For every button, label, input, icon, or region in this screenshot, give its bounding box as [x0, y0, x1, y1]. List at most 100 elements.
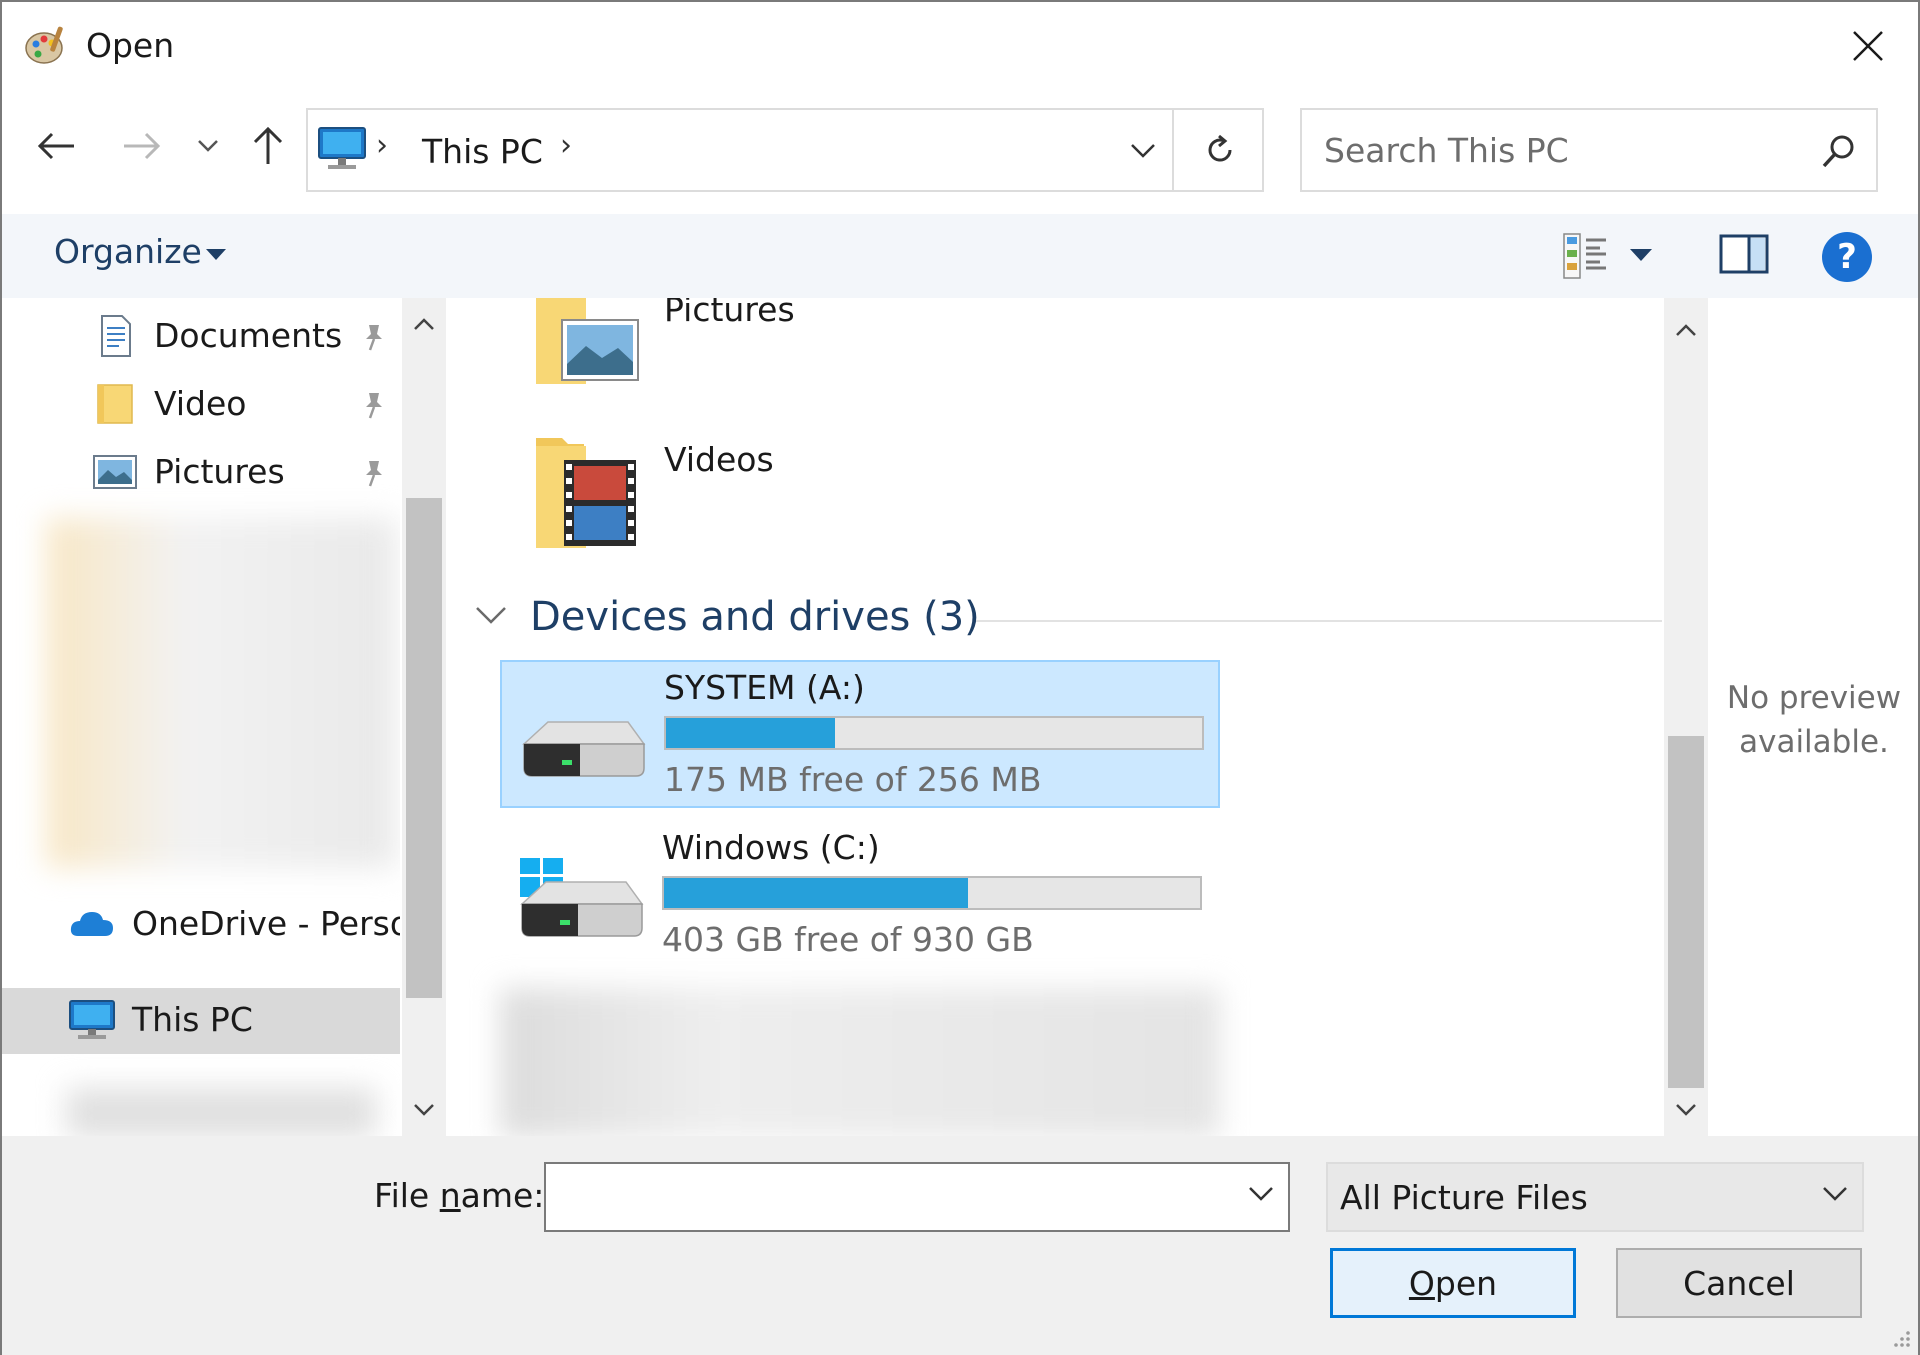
group-divider: [976, 620, 1662, 622]
computer-icon: [316, 124, 368, 174]
caret-down-icon[interactable]: [206, 246, 226, 265]
filename-label: File name:: [374, 1176, 544, 1215]
nav-item-label: This PC: [132, 1000, 253, 1039]
open-button-label: pen: [1434, 1263, 1498, 1303]
filename-label-accesskey: n: [439, 1176, 461, 1215]
arrow-left-icon: [37, 132, 74, 160]
preview-message: No preview available.: [1726, 680, 1902, 760]
recent-locations-button[interactable]: [186, 120, 230, 172]
navigation-pane-scrollbar[interactable]: [402, 298, 446, 1136]
blurred-region: [500, 988, 1220, 1136]
breadcrumb-this-pc[interactable]: This PC: [422, 132, 543, 171]
scroll-down-arrow-icon[interactable]: [1664, 1088, 1708, 1132]
blurred-region: [66, 1088, 376, 1136]
onedrive-cloud-icon: [68, 902, 113, 946]
close-icon: [1853, 31, 1883, 61]
pictures-icon: [92, 450, 137, 494]
group-title: Devices and drives (3): [530, 594, 980, 640]
search-input[interactable]: [1324, 126, 1804, 174]
scrollbar-thumb[interactable]: [1668, 736, 1704, 1088]
hard-drive-icon: [518, 698, 648, 788]
forward-button[interactable]: [116, 120, 168, 172]
drive-usage-bar: [664, 716, 1204, 750]
pin-icon: [360, 458, 388, 488]
address-history-dropdown[interactable]: [1108, 122, 1178, 180]
search-box[interactable]: [1300, 108, 1878, 192]
drive-free-space: 175 MB free of 256 MB: [664, 760, 1042, 799]
computer-icon: [68, 998, 115, 1042]
open-button-accesskey: O: [1408, 1263, 1435, 1303]
file-type-filter-select[interactable]: All Picture Files: [1326, 1162, 1864, 1232]
folder-label: Videos: [664, 440, 774, 479]
filename-combobox[interactable]: [544, 1162, 1290, 1232]
drive-usage-bar: [662, 876, 1202, 910]
refresh-button[interactable]: [1172, 108, 1266, 192]
group-header-devices[interactable]: Devices and drives (3): [474, 588, 1662, 648]
search-icon[interactable]: [1816, 130, 1860, 174]
filename-input[interactable]: [556, 1174, 1206, 1222]
open-file-dialog: Open › This PC › Search This PC Organize…: [0, 0, 1920, 1355]
help-button[interactable]: ?: [1822, 232, 1872, 282]
windows-drive-icon: [516, 854, 646, 948]
navigation-pane: Documents Video Pictures OneDrive - Pers…: [2, 298, 400, 1136]
scrollbar-thumb[interactable]: [406, 498, 442, 998]
file-type-filter-value: All Picture Files: [1340, 1178, 1588, 1217]
nav-item-this-pc[interactable]: This PC: [2, 988, 400, 1054]
breadcrumb-expand-icon[interactable]: ›: [560, 128, 572, 163]
folder-item-pictures[interactable]: Pictures: [528, 298, 828, 394]
pin-icon: [360, 390, 388, 420]
chevron-down-icon: [1131, 144, 1155, 158]
nav-item-label: Pictures: [154, 452, 285, 491]
arrow-right-icon: [124, 132, 161, 160]
refresh-icon: [1208, 134, 1232, 162]
drive-name: Windows (C:): [662, 828, 880, 867]
drive-name: SYSTEM (A:): [664, 668, 865, 707]
scroll-down-arrow-icon[interactable]: [402, 1088, 446, 1132]
filename-label-part: File: [374, 1176, 440, 1215]
folder-label: Pictures: [664, 298, 795, 329]
pin-icon: [360, 322, 388, 352]
videos-folder-icon: [536, 438, 636, 548]
folder-icon: [94, 382, 138, 426]
chevron-down-icon: [198, 140, 218, 152]
close-button[interactable]: [1836, 16, 1900, 76]
content-pane: Pictures Videos Devices and drives (3) S…: [454, 298, 1664, 1136]
documents-icon: [94, 314, 138, 358]
preview-pane: No preview available.: [1710, 298, 1918, 1136]
address-bar[interactable]: › This PC ›: [306, 108, 1264, 192]
window-title: Open: [86, 26, 175, 65]
paint-palette-icon: [24, 24, 68, 68]
nav-item-pictures[interactable]: Pictures: [2, 440, 400, 504]
view-options-caret-icon[interactable]: [1630, 246, 1652, 265]
organize-button[interactable]: Organize: [54, 232, 202, 271]
scroll-up-arrow-icon[interactable]: [402, 302, 446, 346]
command-bar: Organize ?: [2, 214, 1918, 298]
scroll-up-arrow-icon[interactable]: [1664, 308, 1708, 352]
details-view-icon[interactable]: [1560, 228, 1616, 284]
chevron-down-icon[interactable]: [1248, 1186, 1274, 1206]
nav-item-label: Video: [154, 384, 247, 423]
open-button[interactable]: Open: [1330, 1248, 1576, 1318]
drive-item-windows[interactable]: Windows (C:) 403 GB free of 930 GB: [500, 822, 1220, 970]
drive-usage-fill: [664, 878, 968, 908]
content-pane-scrollbar[interactable]: [1664, 298, 1708, 1136]
breadcrumb-separator-icon: ›: [376, 128, 388, 163]
chevron-down-icon[interactable]: [474, 604, 508, 630]
up-button[interactable]: [242, 120, 294, 172]
drive-item-system[interactable]: SYSTEM (A:) 175 MB free of 256 MB: [500, 660, 1220, 808]
cancel-button[interactable]: Cancel: [1616, 1248, 1862, 1318]
chevron-down-icon: [1822, 1186, 1848, 1206]
navigation-bar: › This PC ›: [2, 98, 1918, 194]
filename-label-part: ame:: [460, 1176, 545, 1215]
resize-grip-icon[interactable]: [1888, 1325, 1912, 1349]
preview-pane-icon[interactable]: [1718, 230, 1772, 280]
pictures-folder-icon: [536, 298, 639, 384]
nav-item-onedrive[interactable]: OneDrive - Persor: [2, 892, 400, 956]
nav-item-label: Documents: [154, 316, 343, 355]
blurred-region: [46, 518, 396, 868]
nav-item-documents[interactable]: Documents: [2, 304, 400, 368]
back-button[interactable]: [30, 120, 82, 172]
drive-usage-fill: [666, 718, 836, 748]
nav-item-video[interactable]: Video: [2, 372, 400, 436]
folder-item-videos[interactable]: Videos: [528, 430, 828, 560]
